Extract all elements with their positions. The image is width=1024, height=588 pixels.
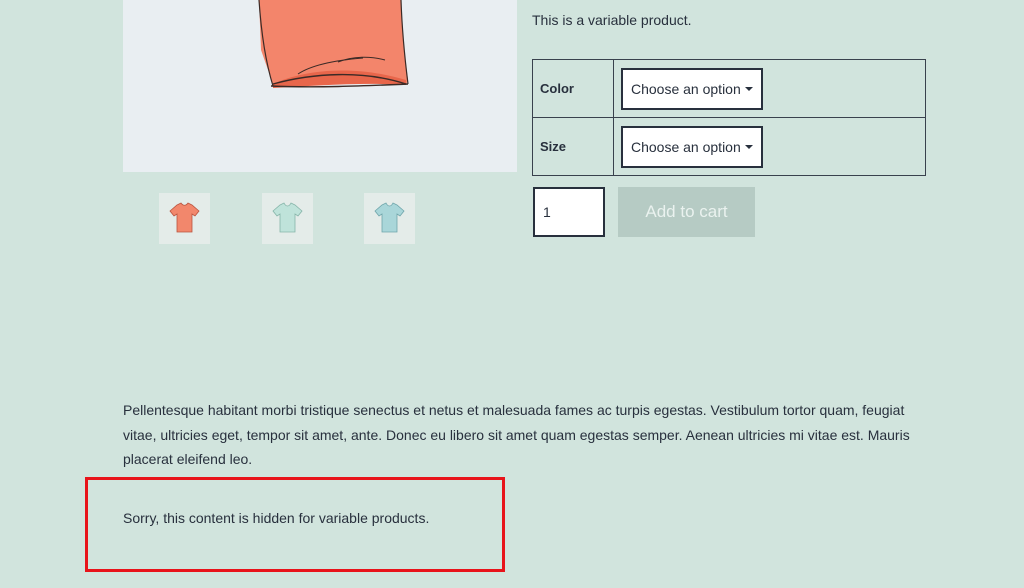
- gallery-thumbnail-mint[interactable]: [262, 193, 313, 244]
- variation-row-size: Size Choose an option: [532, 117, 926, 176]
- quantity-input[interactable]: [533, 187, 605, 237]
- variation-row-color: Color Choose an option: [532, 59, 926, 118]
- tshirt-icon: [272, 202, 303, 233]
- tshirt-icon: [374, 202, 405, 233]
- gallery-thumbnail-blue[interactable]: [364, 193, 415, 244]
- size-select-value: Choose an option: [631, 138, 741, 155]
- product-long-description: Pellentesque habitant morbi tristique se…: [123, 402, 910, 467]
- color-select-value: Choose an option: [631, 80, 741, 97]
- add-to-cart-button[interactable]: Add to cart: [618, 187, 755, 237]
- size-label: Size: [532, 117, 614, 176]
- tshirt-image: [258, 0, 409, 88]
- gallery-thumbnail-red[interactable]: [159, 193, 210, 244]
- color-label: Color: [532, 59, 614, 118]
- variations-table: Color Choose an option Size Choose an op…: [532, 59, 926, 176]
- chevron-down-icon: [745, 144, 753, 149]
- hidden-content-notice: Sorry, this content is hidden for variab…: [123, 510, 430, 526]
- tshirt-icon: [169, 202, 200, 233]
- chevron-down-icon: [745, 86, 753, 91]
- product-main-image[interactable]: [123, 0, 517, 172]
- color-select[interactable]: Choose an option: [621, 67, 763, 110]
- size-select[interactable]: Choose an option: [621, 125, 763, 168]
- product-short-description: This is a variable product.: [532, 12, 692, 28]
